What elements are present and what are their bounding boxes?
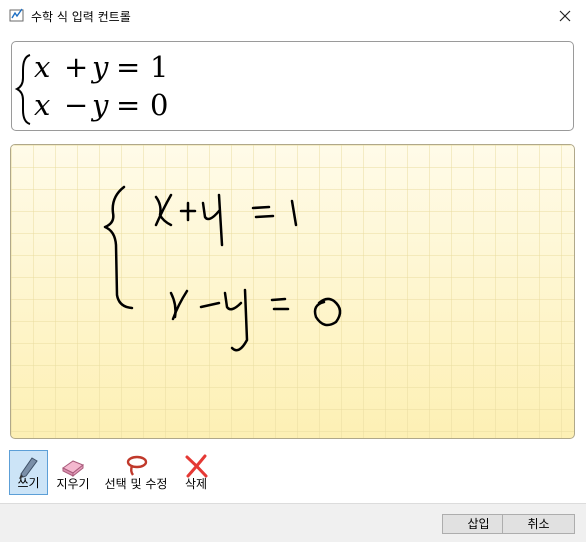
handwriting-pad[interactable]	[10, 144, 575, 439]
preview-term: =	[116, 88, 140, 122]
delete-tool-button[interactable]: 삭제	[177, 450, 215, 495]
erase-tool-button[interactable]: 지우기	[51, 450, 95, 495]
write-tool-button[interactable]: 쓰기	[9, 450, 48, 495]
delete-tool-label: 삭제	[184, 477, 208, 491]
write-tool-label: 쓰기	[17, 476, 40, 490]
math-preview: x + y = 1 x − y = 0	[11, 41, 574, 131]
cancel-button[interactable]: 취소	[502, 514, 575, 534]
dialog-footer: 삽입 취소	[0, 503, 586, 542]
select-correct-tool-button[interactable]: 선택 및 수정	[99, 450, 173, 495]
preview-term: +	[64, 50, 88, 84]
handwritten-strokes	[103, 185, 342, 352]
brace-icon	[14, 54, 31, 125]
preview-term: y	[90, 88, 109, 122]
erase-tool-label: 지우기	[56, 477, 90, 491]
title-bar: 수학 식 입력 컨트롤	[0, 0, 586, 32]
select-correct-tool-label: 선택 및 수정	[104, 477, 168, 491]
preview-term: −	[64, 88, 88, 122]
math-input-icon	[9, 8, 24, 22]
preview-term: y	[90, 50, 109, 84]
preview-term: =	[116, 50, 140, 84]
window-title: 수학 식 입력 컨트롤	[31, 10, 131, 24]
preview-term: x	[34, 88, 50, 122]
preview-term: 0	[150, 88, 168, 122]
preview-equations: x + y = 1 x − y = 0	[14, 50, 168, 125]
preview-term: 1	[150, 50, 168, 84]
close-icon[interactable]	[555, 6, 575, 26]
preview-term: x	[34, 50, 50, 84]
